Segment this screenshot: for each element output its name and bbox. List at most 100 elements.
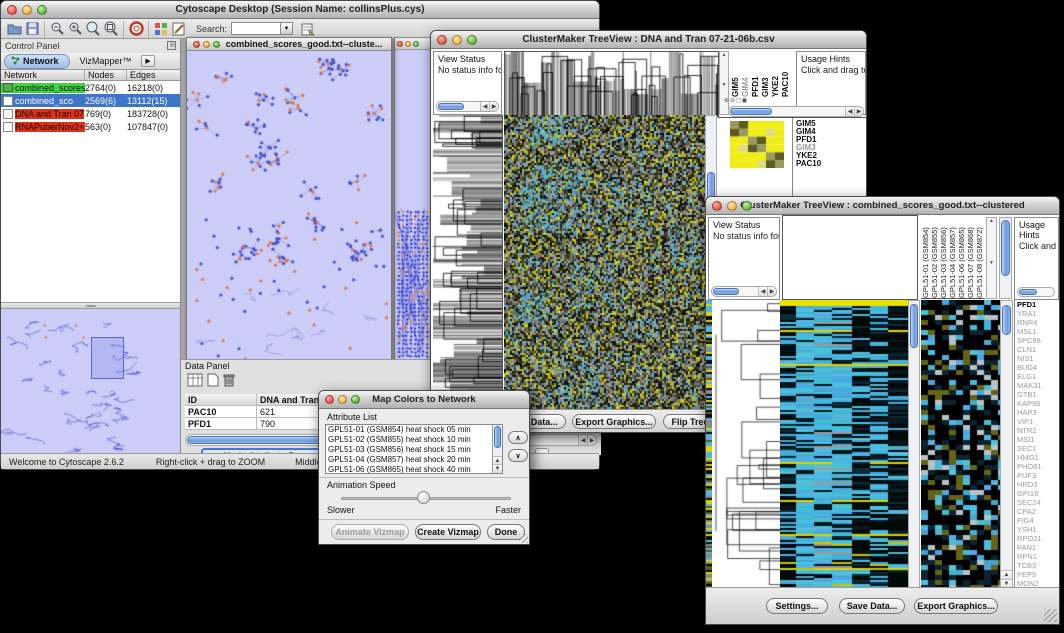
gene-label[interactable]: NTR2: [1015, 426, 1059, 435]
gene-label[interactable]: PUF3: [1015, 471, 1059, 480]
scroll-left-icon[interactable]: ◀: [758, 287, 767, 296]
treeview1-row-dendrogram[interactable]: [433, 115, 503, 411]
scrollbar-thumb[interactable]: [494, 426, 501, 448]
column-label[interactable]: GIM5: [731, 53, 741, 97]
zoom-controls-icon[interactable]: ⊕⊖◻◼: [724, 97, 748, 104]
column-label[interactable]: PAC10: [781, 53, 791, 97]
scrollbar-thumb[interactable]: [730, 108, 772, 115]
gene-label[interactable]: NIS1: [1015, 354, 1059, 363]
gene-label[interactable]: MSI1: [1015, 435, 1059, 444]
scroll-left-icon[interactable]: ◀: [578, 435, 587, 445]
gene-label[interactable]: YRA1: [1015, 309, 1059, 318]
dialog-titlebar[interactable]: Map Colors to Network: [319, 391, 529, 409]
gene-label[interactable]: SEC24: [1015, 498, 1059, 507]
column-label[interactable]: GPL51-08 (GSM872): [975, 217, 984, 298]
attribute-item[interactable]: GPL51-06 (GSM865) heat shock 40 min: [326, 465, 491, 474]
column-label[interactable]: GPL51-07 (GSM868): [966, 217, 975, 298]
search-dropdown-icon[interactable]: ▼: [281, 22, 293, 35]
network-list-row[interactable]: combined_scores 2764(0) 16218(0): [1, 81, 180, 94]
vizmap-icon[interactable]: [152, 20, 170, 38]
tab-vizmapper[interactable]: VizMapper™: [72, 55, 140, 67]
help-lifering-icon[interactable]: [127, 20, 145, 38]
treeview1-titlebar[interactable]: ClusterMaker TreeView : DNA and Tran 07-…: [431, 31, 866, 49]
attribute-item[interactable]: GPL51-04 (GSM857) heat shock 20 min: [326, 455, 491, 465]
frame-close-icon[interactable]: [397, 41, 403, 47]
window-resize-grip[interactable]: [1044, 609, 1057, 622]
minimize-icon[interactable]: [338, 395, 347, 404]
gene-label[interactable]: CLN1: [1015, 345, 1059, 354]
column-label[interactable]: GPL51-01 (GSM854): [921, 217, 930, 298]
treeview2-vscrollbar[interactable]: [908, 300, 920, 589]
scroll-up-icon[interactable]: ▲: [1001, 570, 1012, 579]
network-list-row[interactable]: combined_sco 2569(6) 13112(15): [1, 94, 180, 107]
treeview2-column-tree-area[interactable]: [782, 215, 918, 300]
gene-label[interactable]: PHO81: [1015, 462, 1059, 471]
move-up-button[interactable]: ∧: [508, 431, 528, 444]
scrollbar-thumb[interactable]: [713, 288, 739, 295]
gene-label[interactable]: HAP3: [1015, 408, 1059, 417]
gene-label[interactable]: ELG1: [1015, 372, 1059, 381]
gene-label[interactable]: HRD3: [1015, 480, 1059, 489]
zoom-window-icon[interactable]: [742, 201, 752, 211]
attribute-list-scrollbar[interactable]: ▲ ▼: [492, 425, 502, 473]
treeview2-titlebar[interactable]: ClusterMaker TreeView : combined_scores_…: [706, 197, 1059, 215]
dense-network-canvas[interactable]: [395, 208, 431, 358]
gene-label[interactable]: FIG4: [1015, 516, 1059, 525]
column-label[interactable]: PFD1: [751, 53, 761, 97]
view-status-hscrollbar[interactable]: ◀▶: [711, 286, 777, 297]
zoom-window-icon[interactable]: [467, 35, 477, 45]
table-row[interactable]: PFD1: [185, 418, 257, 430]
gene-label[interactable]: PEP5: [1015, 570, 1059, 579]
close-icon[interactable]: [712, 201, 722, 211]
delete-attribute-icon[interactable]: [223, 373, 235, 392]
gene-label[interactable]: KAP95: [1015, 399, 1059, 408]
treeview2-detail-vscrollbar[interactable]: ▲ ▼: [1000, 300, 1013, 589]
gene-label[interactable]: MSL1: [1015, 327, 1059, 336]
treeview1-heatmap[interactable]: [504, 115, 705, 411]
main-titlebar[interactable]: Cytoscape Desktop (Session Name: collins…: [1, 1, 599, 19]
gene-label[interactable]: CPA2: [1015, 507, 1059, 516]
column-header[interactable]: ID: [185, 394, 257, 406]
zoom-fit-icon[interactable]: [102, 20, 120, 38]
frame-minimize-icon[interactable]: [203, 41, 210, 48]
frame-minimize-icon[interactable]: [405, 41, 411, 47]
gene-label[interactable]: PAC10: [794, 160, 821, 168]
close-icon[interactable]: [7, 5, 17, 15]
minimize-icon[interactable]: [22, 5, 32, 15]
overview-viewport[interactable]: [91, 337, 124, 379]
treeview2-heatmap[interactable]: [780, 300, 908, 589]
annotation-icon[interactable]: [170, 20, 188, 38]
attribute-item[interactable]: GPL51-03 (GSM856) heat shock 15 min: [326, 445, 491, 455]
scroll-left-icon[interactable]: ◀: [480, 102, 489, 111]
gene-label[interactable]: PAN1: [1015, 543, 1059, 552]
gene-label[interactable]: GPI16: [1015, 489, 1059, 498]
zoom-window-icon[interactable]: [351, 395, 360, 404]
zoom-out-icon[interactable]: [48, 20, 66, 38]
scrollbar-thumb[interactable]: [1001, 220, 1010, 276]
move-down-button[interactable]: ∨: [508, 449, 528, 462]
minimize-icon[interactable]: [452, 35, 462, 45]
treeview2-detail-heatmap[interactable]: [921, 300, 1000, 589]
new-attribute-icon[interactable]: [207, 373, 219, 392]
gene-label[interactable]: PFD1: [1015, 300, 1059, 309]
gene-label[interactable]: TCB3: [1015, 561, 1059, 570]
gene-label[interactable]: VIP1: [1015, 417, 1059, 426]
column-label[interactable]: GPL51-04 (GSM857): [948, 217, 957, 298]
close-icon[interactable]: [325, 395, 334, 404]
settings-button[interactable]: Settings...: [766, 598, 828, 614]
gene-label[interactable]: YSH1: [1015, 525, 1059, 534]
float-panel-icon[interactable]: [167, 41, 176, 52]
open-session-icon[interactable]: [5, 20, 23, 38]
column-label[interactable]: YKE2: [771, 53, 781, 97]
column-label[interactable]: GPL51-03 (GSM856): [939, 217, 948, 298]
frame-zoom-icon[interactable]: [213, 41, 220, 48]
network-frame-titlebar[interactable]: combined_scores_good.txt--cluste...: [187, 38, 391, 51]
dialog-resize-grip[interactable]: [519, 534, 528, 543]
zoom-in-icon[interactable]: [66, 20, 84, 38]
gene-label[interactable]: SPC98: [1015, 336, 1059, 345]
scroll-right-icon[interactable]: ▶: [854, 107, 863, 116]
gene-label[interactable]: RPO21: [1015, 534, 1059, 543]
gene-label[interactable]: RNR4: [1015, 318, 1059, 327]
view-status-hscrollbar[interactable]: ◀▶: [436, 101, 499, 112]
minimize-icon[interactable]: [727, 201, 737, 211]
